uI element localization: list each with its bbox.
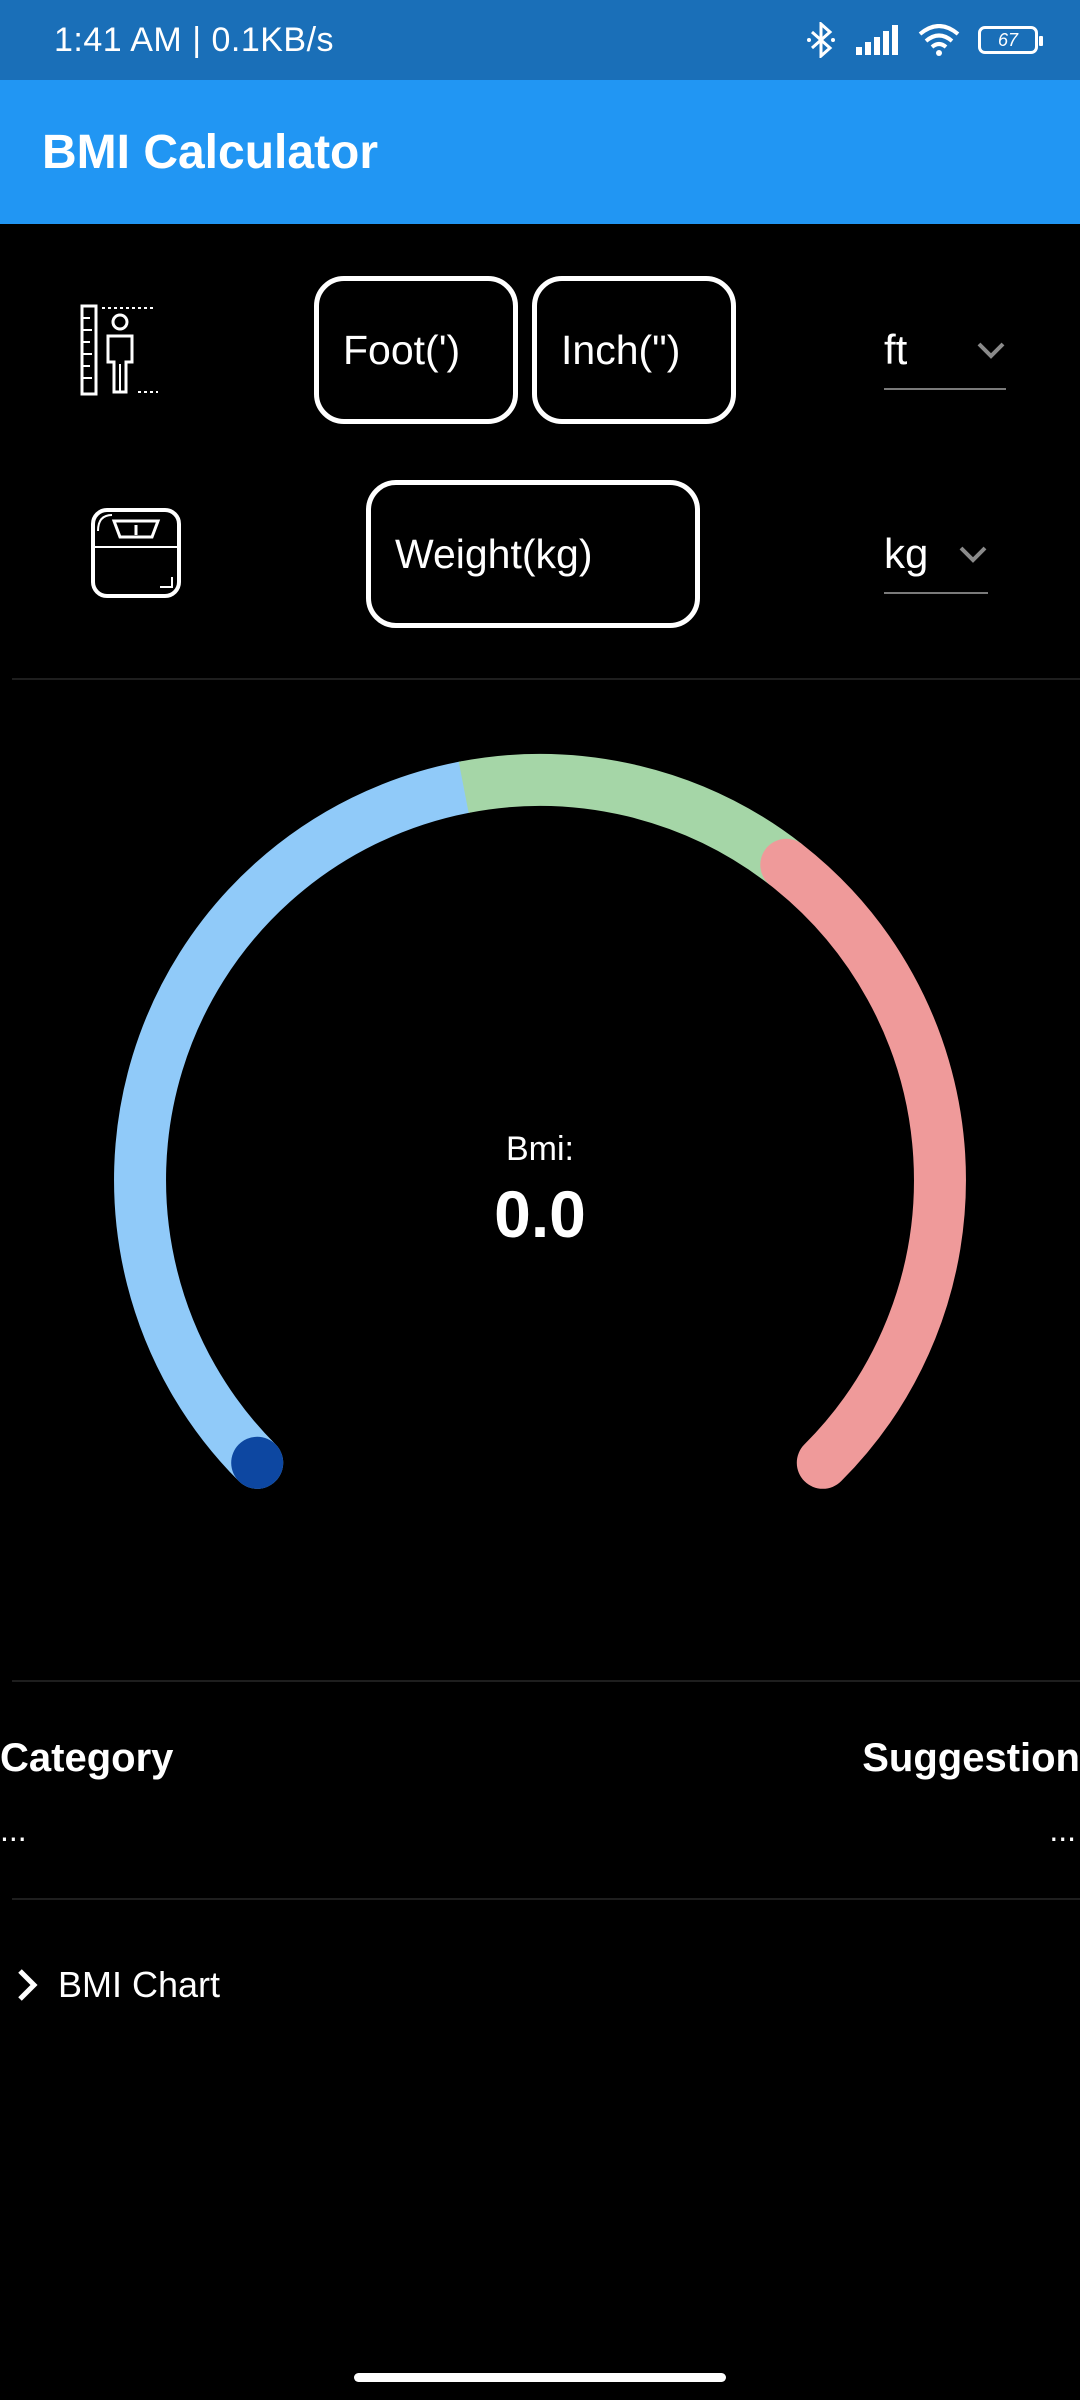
weighing-scale-icon [91,508,181,598]
chevron-down-icon [959,546,987,563]
home-indicator[interactable] [354,2373,726,2382]
suggestion-value: ... [1049,1812,1076,1848]
weight-input[interactable]: Weight(kg) [366,480,700,628]
height-row: Foot(') Inch(") ft [0,270,1080,430]
bmi-gauge: Bmi: 0.0 [0,700,1080,1600]
height-unit-value: ft [884,326,908,373]
suggestion-header: Suggestion [862,1736,1080,1780]
signal-icon [856,25,898,55]
bmi-chart-expander[interactable]: BMI Chart [12,1950,220,2020]
battery-level: 67 [997,30,1019,50]
battery-icon: 67 [978,26,1043,54]
gauge-pointer [231,1436,284,1489]
height-unit-dropdown[interactable]: ft [884,326,1006,390]
gauge-normal-segment [458,753,803,886]
inch-input[interactable]: Inch(") [532,276,736,424]
gauge-underweight-segment [114,761,490,1489]
divider [12,1680,1080,1682]
weight-unit-dropdown[interactable]: kg [884,530,988,594]
wifi-icon [918,24,960,56]
status-icons: 67 [804,22,1043,58]
weight-input-placeholder: Weight(kg) [395,530,593,577]
chevron-right-icon [18,1969,38,2001]
weight-row: Weight(kg) kg [0,475,1080,635]
app-bar: BMI Calculator [0,80,1080,224]
bluetooth-icon [807,22,835,58]
bmi-chart-label: BMI Chart [58,1964,221,2005]
divider [12,1898,1080,1900]
chevron-down-icon [977,342,1005,359]
category-value: ... [0,1812,27,1848]
bmi-value: 0.0 [494,1177,586,1251]
height-measure-icon [80,304,158,396]
category-header: Category [0,1736,174,1780]
inch-input-placeholder: Inch(") [561,326,681,373]
foot-input[interactable]: Foot(') [314,276,518,424]
weight-unit-value: kg [884,530,929,577]
divider [12,678,1080,680]
foot-input-placeholder: Foot(') [343,326,461,373]
bmi-label: Bmi: [506,1130,574,1168]
status-bar: 1:41 AM | 0.1KB/s 67 [0,0,1080,80]
app-title: BMI Calculator [42,125,379,179]
status-time-speed: 1:41 AM | 0.1KB/s [54,20,335,59]
